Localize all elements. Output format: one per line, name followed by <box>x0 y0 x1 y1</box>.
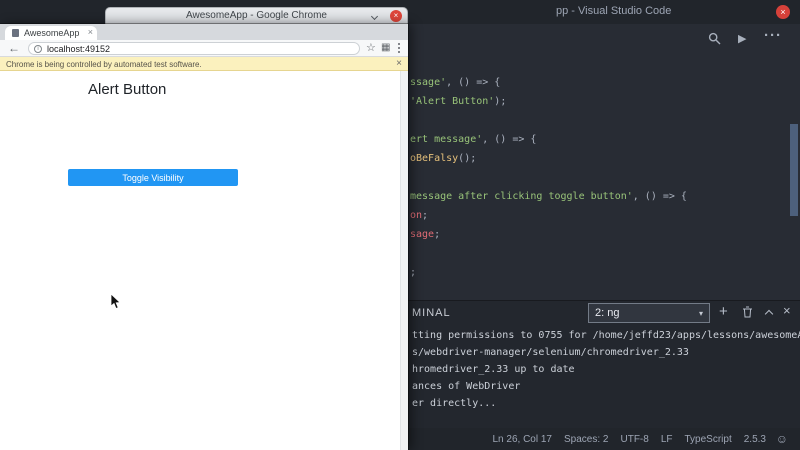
terminal-line: hromedriver_2.33 up to date <box>412 361 800 378</box>
code-line <box>410 244 800 263</box>
code-token: , () => { <box>482 134 536 145</box>
terminal-line: tting permissions to 0755 for /home/jeff… <box>412 327 800 344</box>
code-token: ssage' <box>410 77 446 88</box>
new-terminal-icon[interactable]: + <box>719 303 728 320</box>
terminal-output[interactable]: tting permissions to 0755 for /home/jeff… <box>412 327 800 412</box>
vscode-window-title: pp - Visual Studio Code <box>556 5 671 17</box>
kill-terminal-icon[interactable] <box>742 305 753 323</box>
statusbar-item[interactable]: TypeScript <box>685 434 732 445</box>
chrome-titlebar: AwesomeApp - Google Chrome × <box>105 7 408 24</box>
automation-infobar: Chrome is being controlled by automated … <box>0 57 408 71</box>
terminal-line: ances of WebDriver <box>412 378 800 395</box>
code-line: oBeFalsy(); <box>410 149 800 168</box>
terminal-line: s/webdriver-manager/selenium/chromedrive… <box>412 344 800 361</box>
code-token: ert message' <box>410 134 482 145</box>
toggle-visibility-button[interactable]: Toggle Visibility <box>68 169 238 186</box>
code-token: ); <box>494 96 506 107</box>
code-line: ssage', () => { <box>410 73 800 92</box>
statusbar-item[interactable]: Spaces: 2 <box>564 434 608 445</box>
editor-scrollbar[interactable] <box>790 124 798 216</box>
mouse-cursor <box>110 293 122 316</box>
browser-toolbar: ← i localhost:49152 ☆ ▦ <box>0 40 408 57</box>
url-text: localhost:49152 <box>47 44 110 54</box>
infobar-close-icon[interactable]: × <box>396 58 402 69</box>
terminal-tab-label[interactable]: MINAL <box>412 307 451 319</box>
code-token: on <box>410 210 422 221</box>
code-lines[interactable]: ssage', () => {'Alert Button'); ert mess… <box>410 73 800 282</box>
code-token: ; <box>410 267 416 278</box>
page-scrollbar[interactable] <box>400 71 408 450</box>
terminal-line: er directly... <box>412 395 800 412</box>
code-line <box>410 111 800 130</box>
tab-strip: AwesomeApp × <box>0 24 408 40</box>
code-line <box>410 168 800 187</box>
code-line: ert message', () => { <box>410 130 800 149</box>
info-icon[interactable]: i <box>34 45 42 53</box>
feedback-smiley-icon[interactable]: ☺ <box>776 432 788 446</box>
favicon <box>12 29 19 37</box>
code-line: message after clicking toggle button', (… <box>410 187 800 206</box>
maximize-panel-icon[interactable] <box>765 310 773 318</box>
omnibox[interactable]: i localhost:49152 <box>28 42 360 55</box>
bookmark-star-icon[interactable]: ☆ <box>366 41 376 54</box>
close-panel-icon[interactable]: × <box>783 303 791 318</box>
chrome-close-button[interactable]: × <box>390 10 402 22</box>
code-token: ; <box>434 229 440 240</box>
statusbar-item[interactable]: LF <box>661 434 673 445</box>
apps-grid-icon[interactable]: ▦ <box>381 42 390 53</box>
tab-close-icon[interactable]: × <box>88 27 93 37</box>
code-line: sage; <box>410 225 800 244</box>
code-token: , () => { <box>633 191 687 202</box>
web-page: Alert Button Toggle Visibility <box>0 71 408 450</box>
code-line: on; <box>410 206 800 225</box>
status-items: Ln 26, Col 17 Spaces: 2 UTF-8 LF TypeScript 2… <box>493 428 767 450</box>
code-token: ; <box>422 210 428 221</box>
code-token: (); <box>458 153 476 164</box>
browser-tab[interactable]: AwesomeApp × <box>5 26 97 40</box>
terminal-select[interactable]: 2: ng ▾ <box>588 303 710 323</box>
code-token: message after clicking toggle button' <box>410 191 633 202</box>
statusbar-item[interactable]: 2.5.3 <box>744 434 766 445</box>
chrome-window: AwesomeApp × ← i localhost:49152 ☆ ▦ Chr… <box>0 24 408 450</box>
screen: pp - Visual Studio Code × ▶ ··· ssage', … <box>0 0 800 450</box>
search-icon[interactable] <box>708 32 721 50</box>
back-icon[interactable]: ← <box>8 41 20 55</box>
code-line: ; <box>410 263 800 282</box>
code-token: sage <box>410 229 434 240</box>
browser-menu-icon[interactable] <box>398 43 401 55</box>
chrome-window-title: AwesomeApp - Google Chrome <box>106 10 407 21</box>
terminal-select-value: 2: ng <box>595 307 619 319</box>
code-token: 'Alert Button' <box>410 96 494 107</box>
tab-title: AwesomeApp <box>24 28 79 38</box>
code-token: oBeFalsy <box>410 153 458 164</box>
run-icon[interactable]: ▶ <box>738 32 746 45</box>
code-line: 'Alert Button'); <box>410 92 800 111</box>
more-actions-icon[interactable]: ··· <box>764 27 782 44</box>
chevron-down-icon: ▾ <box>699 309 703 318</box>
page-heading: Alert Button <box>88 81 166 98</box>
statusbar-item[interactable]: UTF-8 <box>620 434 648 445</box>
code-token: , () => { <box>446 77 500 88</box>
editor-actions: ▶ ··· <box>408 24 800 54</box>
statusbar-item[interactable]: Ln 26, Col 17 <box>493 434 553 445</box>
vscode-close-button[interactable]: × <box>776 5 790 19</box>
infobar-text: Chrome is being controlled by automated … <box>6 60 202 69</box>
